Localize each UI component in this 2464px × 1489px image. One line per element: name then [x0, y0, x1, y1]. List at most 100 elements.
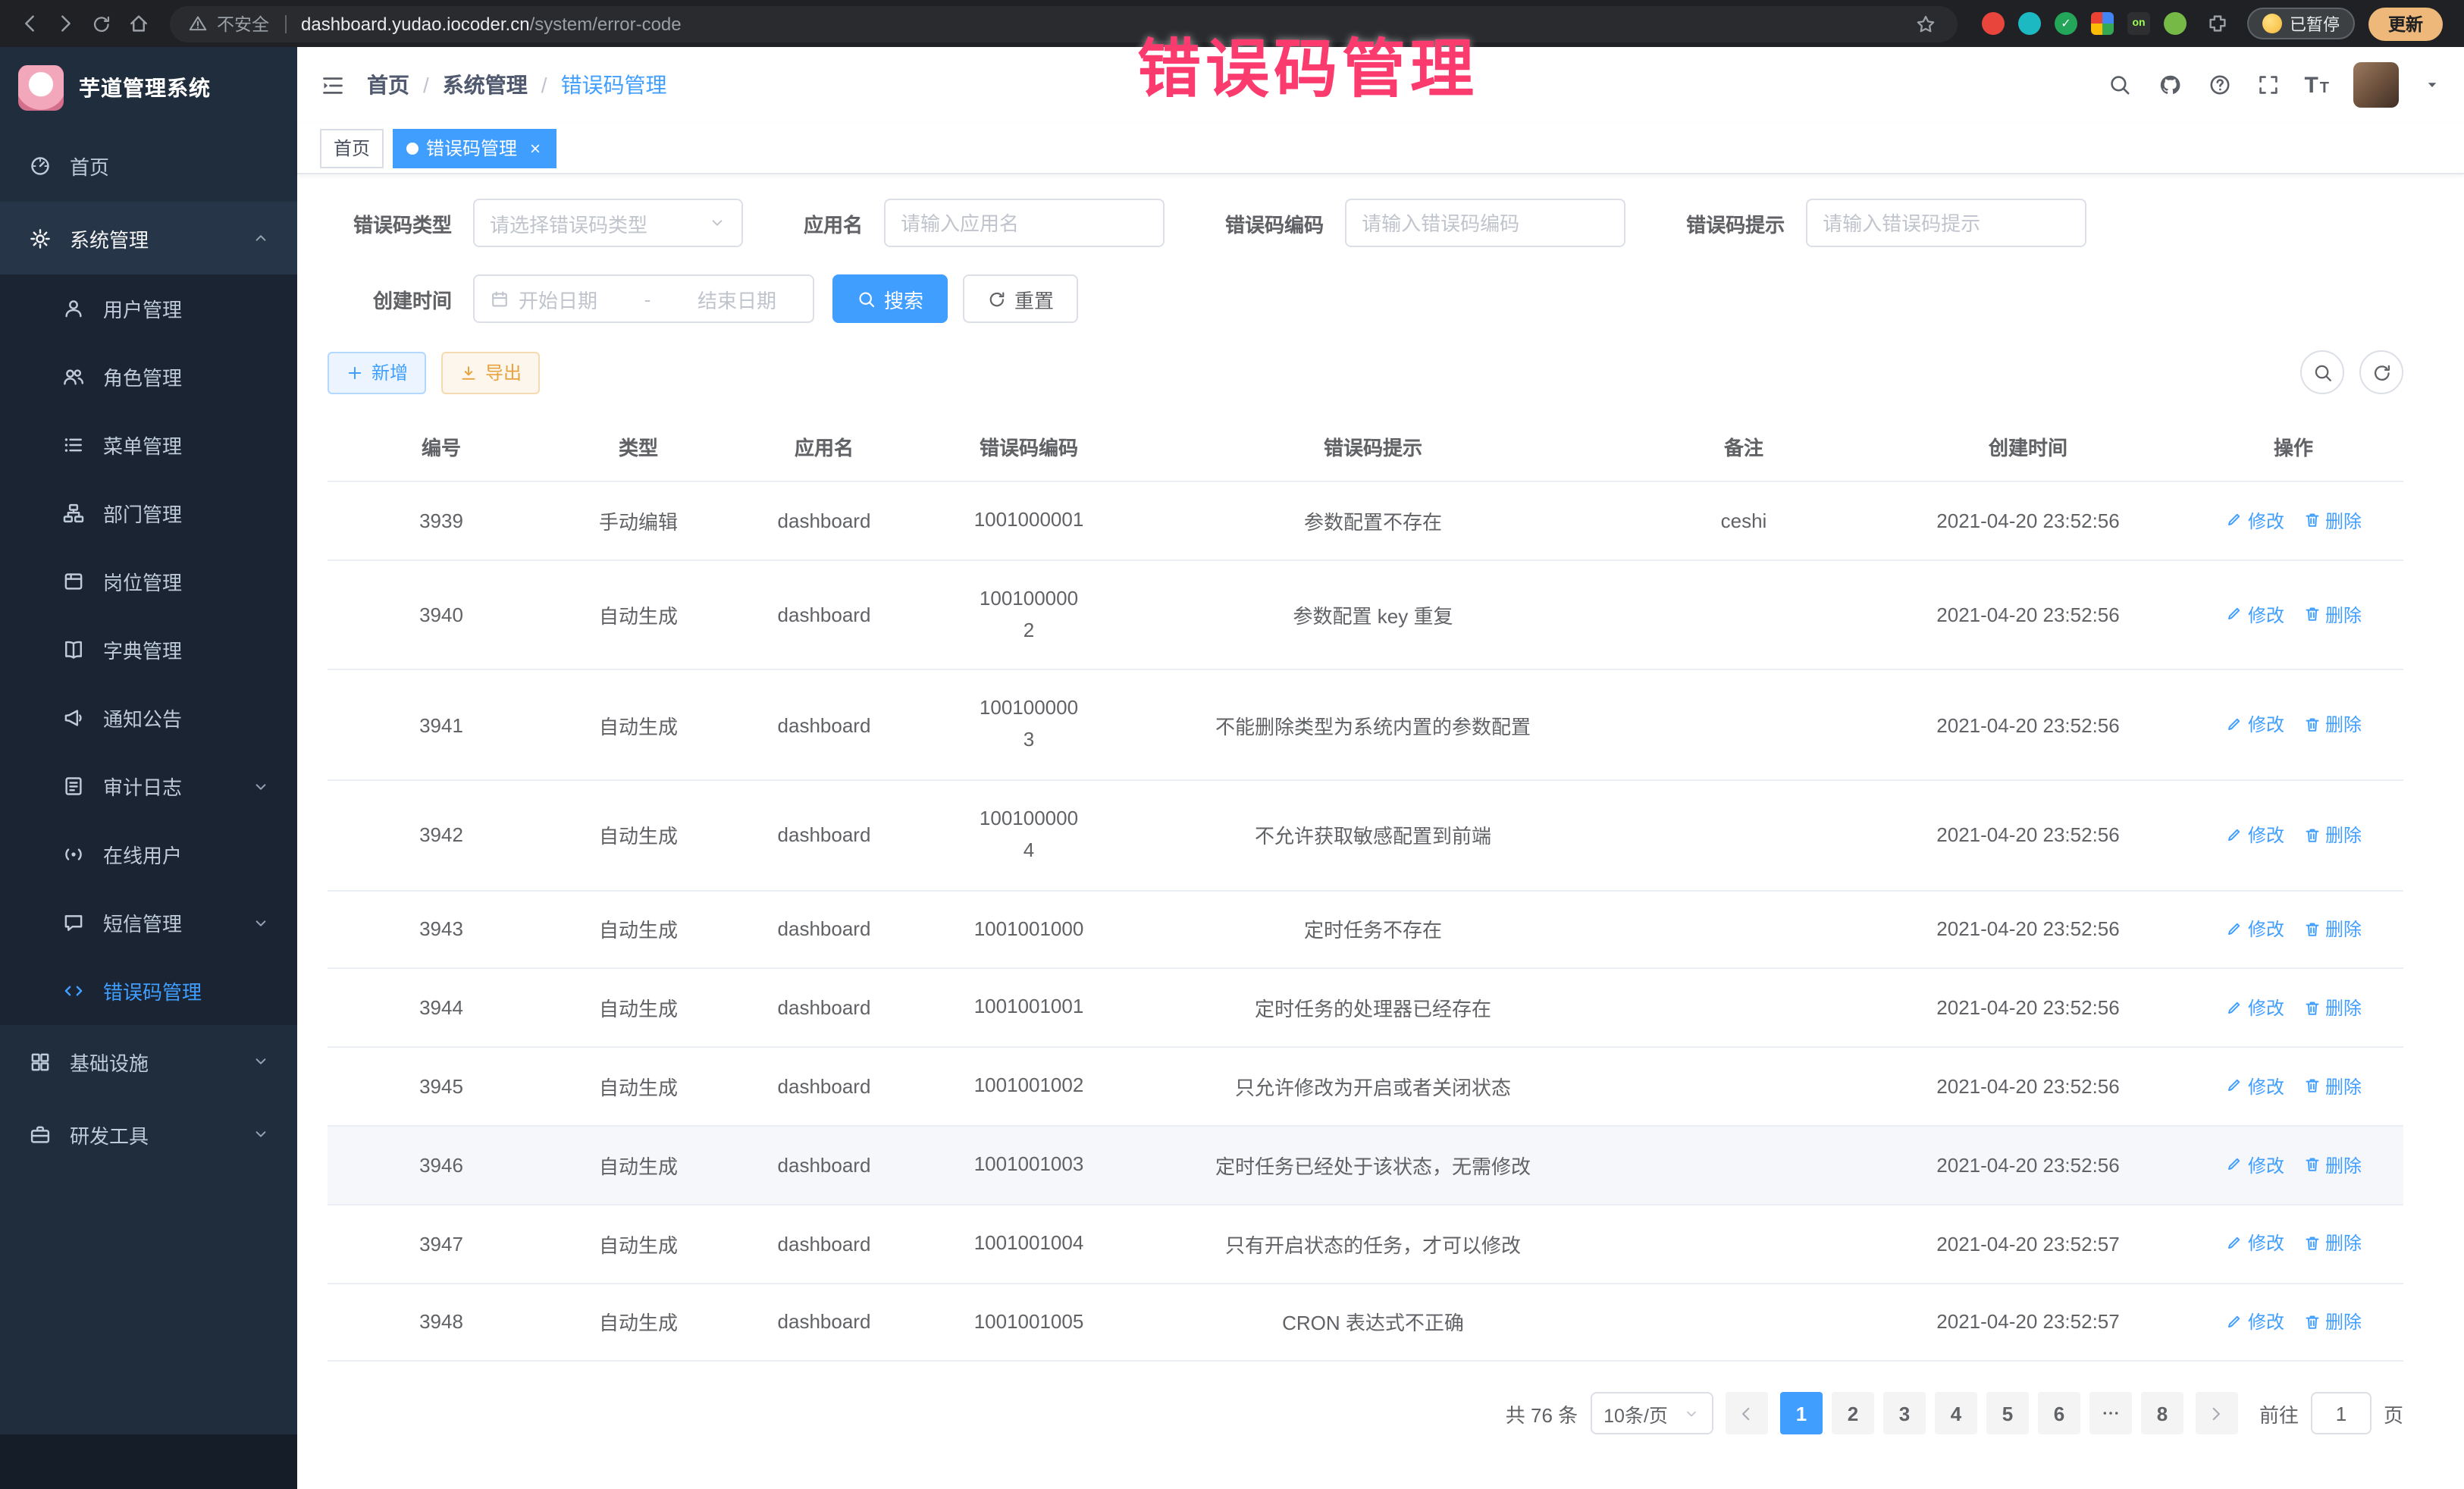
github-icon[interactable]	[2155, 71, 2183, 99]
sidebar-item[interactable]: 部门管理	[0, 479, 297, 547]
extension-badge[interactable]: on	[2127, 12, 2150, 35]
browser-update-button[interactable]: 更新	[2368, 7, 2443, 40]
paused-badge[interactable]: 已暂停	[2247, 8, 2355, 39]
toggle-search-button[interactable]	[2300, 350, 2344, 394]
home-icon[interactable]	[121, 7, 155, 40]
more-pages-button[interactable]	[2089, 1393, 2132, 1435]
delete-link[interactable]: 删除	[2303, 1152, 2362, 1177]
edit-link[interactable]: 修改	[2225, 1309, 2284, 1334]
page-button[interactable]: 2	[1832, 1393, 1874, 1435]
prev-page-button[interactable]	[1726, 1393, 1768, 1435]
logo[interactable]: 芋道管理系统	[0, 47, 297, 129]
cell-type: 自动生成	[555, 670, 722, 780]
edit-link[interactable]: 修改	[2225, 995, 2284, 1020]
help-icon[interactable]	[2207, 73, 2231, 97]
sidebar-item[interactable]: 岗位管理	[0, 547, 297, 616]
page-button[interactable]: 4	[1935, 1393, 1977, 1435]
breadcrumb-item[interactable]: 首页	[367, 70, 409, 100]
extension-icon[interactable]	[1982, 12, 2005, 35]
refresh-table-button[interactable]	[2359, 350, 2403, 394]
logo-avatar	[18, 65, 64, 111]
delete-link[interactable]: 删除	[2303, 916, 2362, 942]
tab-首页[interactable]: 首页	[320, 128, 384, 168]
security-label[interactable]: 不安全	[217, 11, 269, 36]
font-size-icon[interactable]: TT	[2304, 74, 2329, 96]
extension-icon[interactable]	[2164, 12, 2187, 35]
export-button[interactable]: 导出	[441, 351, 540, 393]
search-icon[interactable]	[2107, 73, 2131, 97]
delete-link[interactable]: 删除	[2303, 712, 2362, 738]
edit-link[interactable]: 修改	[2225, 602, 2284, 628]
error-code-input[interactable]	[1345, 199, 1625, 247]
delete-link[interactable]: 删除	[2303, 602, 2362, 628]
address-bar[interactable]: 不安全 dashboard.yudao.iocoder.cn/system/er…	[170, 5, 1958, 42]
delete-link[interactable]: 删除	[2303, 1230, 2362, 1256]
sidebar-item[interactable]: 基础设施	[0, 1025, 297, 1098]
sidebar-item[interactable]: 审计日志	[0, 752, 297, 820]
sidebar-footer[interactable]	[0, 1434, 297, 1489]
star-icon[interactable]	[1909, 7, 1942, 40]
edit-link[interactable]: 修改	[2225, 1074, 2284, 1099]
sidebar-item[interactable]: 角色管理	[0, 343, 297, 411]
sidebar-item[interactable]: 系统管理	[0, 202, 297, 274]
delete-link[interactable]: 删除	[2303, 1074, 2362, 1099]
caret-down-icon[interactable]	[2423, 76, 2441, 94]
edit-link[interactable]: 修改	[2225, 822, 2284, 848]
hamburger-icon[interactable]	[320, 72, 346, 98]
close-icon[interactable]	[528, 140, 543, 155]
page-button[interactable]: 5	[1986, 1393, 2029, 1435]
sidebar-item[interactable]: 首页	[0, 129, 297, 202]
sidebar-item[interactable]: 研发工具	[0, 1098, 297, 1171]
url-text[interactable]: dashboard.yudao.iocoder.cn/system/error-…	[301, 13, 1901, 34]
delete-link[interactable]: 删除	[2303, 1309, 2362, 1334]
reload-icon[interactable]	[85, 7, 118, 40]
extension-icon[interactable]	[2091, 12, 2114, 35]
forward-icon[interactable]	[49, 7, 82, 40]
back-icon[interactable]	[12, 7, 45, 40]
add-button[interactable]: 新增	[328, 351, 426, 393]
breadcrumb-item[interactable]: 系统管理	[443, 70, 528, 100]
puzzle-icon[interactable]	[2200, 7, 2234, 40]
reset-button[interactable]: 重置	[963, 274, 1078, 323]
tab-错误码管理[interactable]: 错误码管理	[393, 128, 556, 168]
sidebar-item[interactable]: 错误码管理	[0, 957, 297, 1025]
page-button[interactable]: 3	[1883, 1393, 1926, 1435]
error-type-select[interactable]: 请选择错误码类型	[473, 199, 743, 247]
fullscreen-icon[interactable]	[2256, 73, 2280, 97]
search-button[interactable]: 搜索	[832, 274, 948, 323]
app-name-input[interactable]	[884, 199, 1165, 247]
error-hint-input[interactable]	[1806, 199, 2086, 247]
date-range-picker[interactable]: 开始日期 - 结束日期	[473, 274, 814, 323]
sidebar-item[interactable]: 菜单管理	[0, 411, 297, 479]
extension-icon[interactable]: ✓	[2055, 12, 2077, 35]
edit-link[interactable]: 修改	[2225, 916, 2284, 942]
next-page-button[interactable]	[2196, 1393, 2238, 1435]
page-button[interactable]: 1	[1780, 1393, 1823, 1435]
sidebar-item[interactable]: 用户管理	[0, 274, 297, 343]
page-size-select[interactable]: 10条/页	[1590, 1393, 1713, 1435]
cell-time: 2021-04-20 23:52:56	[1873, 560, 2183, 670]
extension-icon[interactable]	[2018, 12, 2041, 35]
tags-bar: 首页错误码管理	[297, 123, 2464, 174]
sidebar-item[interactable]: 短信管理	[0, 889, 297, 957]
cell-time: 2021-04-20 23:52:56	[1873, 481, 2183, 560]
edit-link[interactable]: 修改	[2225, 1230, 2284, 1256]
edit-link[interactable]: 修改	[2225, 712, 2284, 738]
goto-suffix: 页	[2384, 1400, 2403, 1428]
edit-link[interactable]: 修改	[2225, 507, 2284, 533]
delete-icon	[2303, 826, 2321, 844]
cell-hint: CRON 表达式不正确	[1131, 1283, 1615, 1362]
edit-link[interactable]: 修改	[2225, 1152, 2284, 1177]
delete-link[interactable]: 删除	[2303, 822, 2362, 848]
column-header: 类型	[555, 412, 722, 481]
sidebar-item[interactable]: 在线用户	[0, 820, 297, 889]
page-button[interactable]: 6	[2038, 1393, 2080, 1435]
page-button[interactable]: 8	[2141, 1393, 2183, 1435]
cell-hint: 只有开启状态的任务，才可以修改	[1131, 1205, 1615, 1284]
sidebar-item[interactable]: 字典管理	[0, 616, 297, 684]
sidebar-item[interactable]: 通知公告	[0, 684, 297, 752]
delete-link[interactable]: 删除	[2303, 507, 2362, 533]
avatar[interactable]	[2353, 62, 2399, 108]
delete-link[interactable]: 删除	[2303, 995, 2362, 1020]
goto-page-input[interactable]	[2311, 1393, 2372, 1435]
